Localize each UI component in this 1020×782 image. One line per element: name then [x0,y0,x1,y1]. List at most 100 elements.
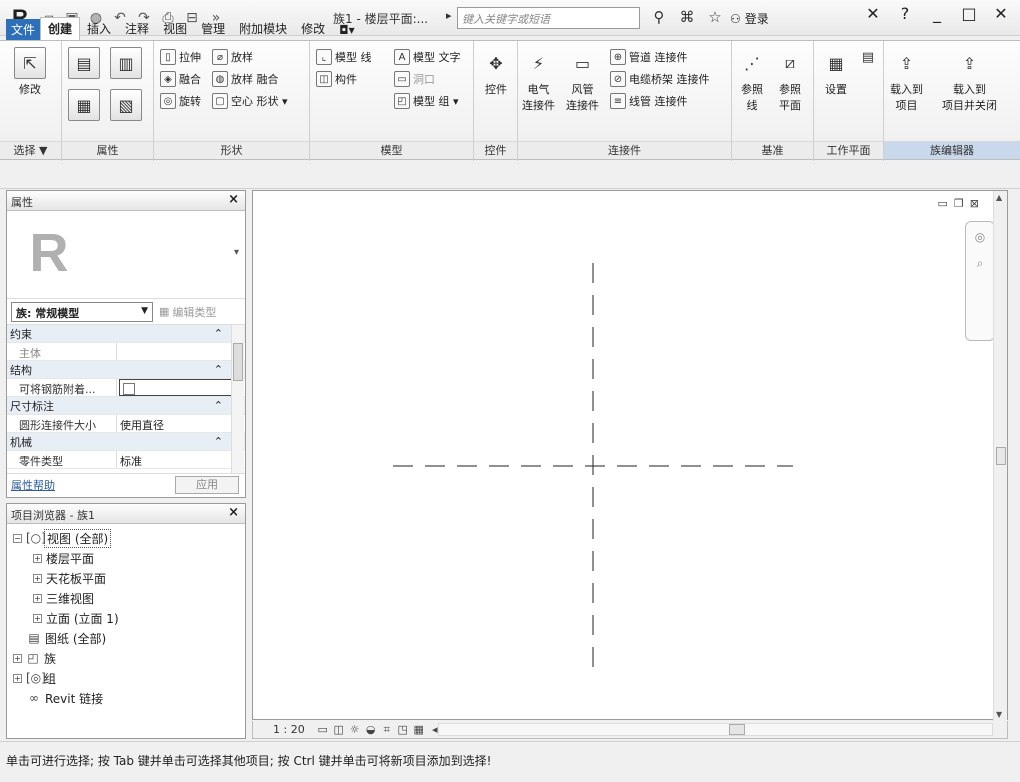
opening-icon: ▭ [394,71,410,87]
shadows-icon[interactable]: ◒ [363,723,379,736]
set-workplane-button[interactable]: ▦ 设置 [820,47,852,97]
load-into-project-button[interactable]: ⇪ 载入到 项目 [890,47,923,113]
conduit-connector-button[interactable]: ≡ 线管 连接件 [610,93,688,109]
reference-plane-button[interactable]: ⧄ 参照 平面 [774,47,806,113]
scrollbar-thumb[interactable] [233,343,243,381]
model-line-icon: ⌞ [316,49,332,65]
show-crop-icon[interactable]: ◳ [395,723,411,736]
properties-header: 属性 × [7,191,245,211]
family-category-button[interactable]: ▥ [110,47,142,81]
detail-level-icon[interactable]: ▭ [315,723,331,736]
expand-icon[interactable]: + [33,553,42,563]
vertical-scrollbar[interactable]: ▲ ▼ [993,191,1007,721]
tree-node-sheets[interactable]: ▤ 图纸 (全部) [13,628,245,648]
swept-blend-icon: ◍ [212,71,228,87]
show-workplane-button[interactable]: ▤ [858,47,878,69]
tree-node-revit-links[interactable]: ∞ Revit 链接 [13,688,245,708]
zoom-icon[interactable]: ⌕ [977,256,984,271]
temporary-hide-icon[interactable]: ▦ [411,723,427,736]
scrollbar-thumb[interactable] [996,447,1006,465]
horizontal-scrollbar[interactable] [438,723,993,736]
tab-view[interactable]: 视图 [156,18,194,40]
properties-scrollbar[interactable] [231,325,244,473]
scroll-up-icon[interactable]: ▲ [996,193,1002,202]
minimize-view-icon[interactable]: ▭ [938,197,948,210]
swept-blend-button[interactable]: ◍ 放样 融合 [212,71,279,87]
close-icon[interactable]: × [228,505,239,520]
type-properties-button[interactable]: ▧ [110,89,142,123]
reference-line-button[interactable]: ⋰ 参照 线 [736,47,768,113]
group-constraints[interactable]: 约束 ⌃ [7,325,245,343]
apply-button[interactable]: 应用 [175,475,239,494]
properties-button[interactable]: ▦ [68,89,100,123]
connectors-panel-label: 连接件 [518,141,731,159]
tree-node-elevations[interactable]: + 立面 (立面 1) [13,608,245,628]
tree-node-ceiling-plans[interactable]: + 天花板平面 [13,568,245,588]
group-mechanical[interactable]: 机械 ⌃ [7,433,245,451]
chevron-down-icon[interactable]: ▾ [234,247,239,258]
panel-shape: ▯ 拉伸 ⌀ 放样 ◈ 融合 ◍ 放样 融合 ◎ 旋转 ▢ 空心 形状 ▾ 形状 [154,41,310,161]
tree-node-floor-plans[interactable]: + 楼层平面 [13,548,245,568]
blend-button[interactable]: ◈ 融合 [160,71,201,87]
crop-view-icon[interactable]: ⌗ [379,723,395,737]
properties-help-link[interactable]: 属性帮助 [11,477,55,493]
tab-insert[interactable]: 插入 [80,18,118,40]
expand-icon[interactable]: + [33,573,42,583]
tree-node-views[interactable]: − [○] 视图 (全部) [13,528,245,548]
electrical-connector-button[interactable]: ⚡ 电气 连接件 [522,47,555,113]
model-text-button[interactable]: A 模型 文字 [394,49,461,65]
model-group-button[interactable]: ◰ 模型 组 ▾ [394,93,459,109]
duct-connector-button[interactable]: ▭ 风管 连接件 [566,47,599,113]
expand-icon[interactable]: + [33,613,42,623]
expand-icon[interactable]: + [33,593,42,603]
extrude-button[interactable]: ▯ 拉伸 [160,49,201,65]
visual-style-icon[interactable]: ◫ [331,723,347,736]
type-filter-select[interactable]: 族: 常规模型 ▼ [11,301,153,322]
expand-icon[interactable]: + [13,653,22,663]
expand-icon[interactable]: + [13,673,22,683]
scrollbar-thumb[interactable] [729,724,745,735]
control-button[interactable]: ✥ 控件 [480,47,512,97]
family-types-button[interactable]: ▤ [68,47,100,81]
revolve-button[interactable]: ◎ 旋转 [160,93,201,109]
group-dimensions[interactable]: 尺寸标注 ⌃ [7,397,245,415]
tab-create[interactable]: 创建 [40,17,81,40]
sun-path-icon[interactable]: ☼ [347,723,363,736]
type-selector-preview[interactable]: R ▾ [7,211,245,299]
cable-tray-connector-button[interactable]: ⊘ 电缆桥架 连接件 [610,71,710,87]
tab-manage[interactable]: 管理 [194,18,232,40]
load-into-project-and-close-button[interactable]: ⇪ 载入到 项目并关闭 [942,47,997,113]
restore-view-icon[interactable]: ❐ [954,197,964,210]
modify-button[interactable]: ⇱ 修改 [14,47,46,97]
tree-node-families[interactable]: + ◰ 族 [13,648,245,668]
collapse-icon[interactable]: − [13,533,22,543]
drawing-area[interactable]: ▭ ❐ ⊠ ◎ ⌕ ▲ ▼ [252,190,1008,721]
component-button[interactable]: ◫ 构件 [316,71,357,87]
pipe-connector-button[interactable]: ⊕ 管道 连接件 [610,49,688,65]
table-row: 圆形连接件大小 使用直径 [7,415,245,433]
tree-node-groups[interactable]: + [◎] 组 [13,668,245,688]
view-scale[interactable]: 1 : 20 [253,723,315,736]
scroll-down-icon[interactable]: ▼ [996,710,1002,719]
properties-panel-label: 属性 [62,141,153,159]
opening-button[interactable]: ▭ 洞口 [394,71,435,87]
group-structural[interactable]: 结构 ⌃ [7,361,245,379]
model-line-button[interactable]: ⌞ 模型 线 [316,49,372,65]
close-view-icon[interactable]: ⊠ [970,197,979,210]
tab-overflow-button[interactable]: ◘▾ [332,21,362,40]
rebar-attach-checkbox[interactable] [123,383,135,395]
model-text-icon: A [394,49,410,65]
steering-wheel-icon[interactable]: ◎ [975,230,985,244]
tab-addins[interactable]: 附加模块 [232,18,294,40]
close-icon[interactable]: × [228,192,239,207]
tab-file[interactable]: 文件 [6,19,41,40]
tab-modify[interactable]: 修改 [294,18,332,40]
blend-icon: ◈ [160,71,176,87]
edit-type-button[interactable]: ▦ 编辑类型 [159,304,216,320]
browser-tree: − [○] 视图 (全部) + 楼层平面 + 天花板平面 + 三维视图 + 立面 (立面 1… [7,524,245,708]
tree-node-3d-views[interactable]: + 三维视图 [13,588,245,608]
void-forms-button[interactable]: ▢ 空心 形状 ▾ [212,93,288,109]
select-dropdown[interactable]: 选择 ▼ [0,141,61,159]
tab-annotate[interactable]: 注释 [118,18,156,40]
sweep-button[interactable]: ⌀ 放样 [212,49,253,65]
